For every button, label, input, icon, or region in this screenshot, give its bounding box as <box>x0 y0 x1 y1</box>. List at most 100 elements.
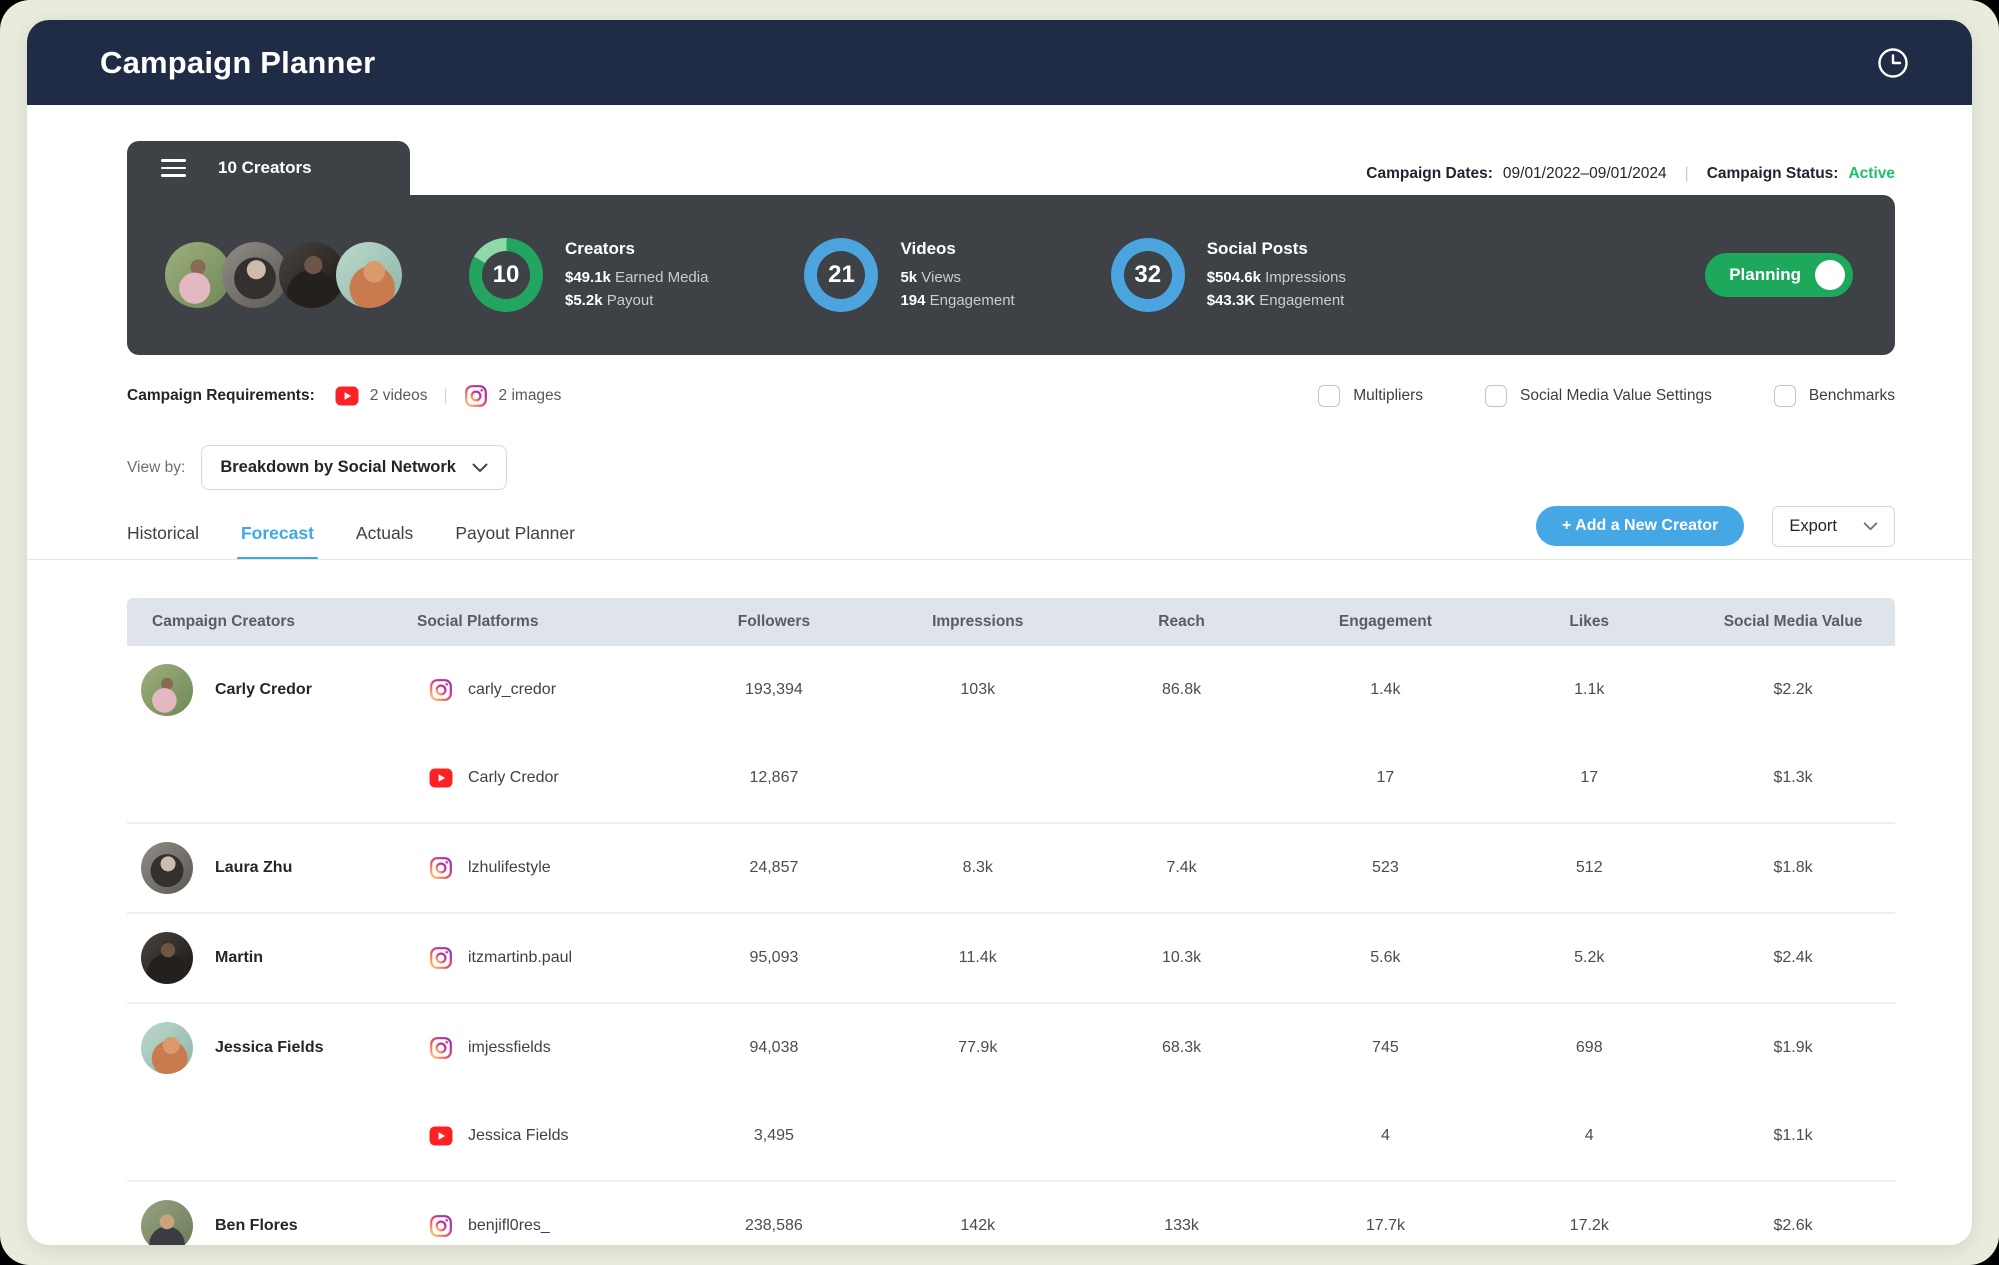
creators-table: Campaign Creators Social Platforms Followe… <box>127 598 1895 1245</box>
checkbox-multipliers[interactable]: Multipliers <box>1318 385 1423 407</box>
tab-payout-planner[interactable]: Payout Planner <box>455 523 575 560</box>
youtube-icon <box>429 1124 453 1148</box>
metric-smv: $2.6k <box>1773 1217 1813 1234</box>
stat-line-1: $49.1k Earned Media <box>565 268 709 286</box>
column-header-likes: Likes <box>1569 613 1610 630</box>
metric-engagement: 1.4k <box>1370 681 1401 698</box>
metric-reach <box>1080 734 1284 822</box>
avatar-jessica <box>336 242 402 308</box>
campaign-status-label: Campaign Status: <box>1706 165 1839 182</box>
requirements-row: Campaign Requirements: 2 videos | 2 image… <box>127 381 1895 411</box>
toggle-knob[interactable] <box>1815 260 1845 290</box>
platform-youtube[interactable]: Carly Credor <box>417 734 672 822</box>
add-new-creator-button[interactable]: + Add a New Creator <box>1535 506 1745 546</box>
metric-smv: $1.9k <box>1773 1039 1813 1056</box>
requirements-label: Campaign Requirements: <box>127 387 315 404</box>
view-by-select[interactable]: Breakdown by Social Network <box>201 445 507 490</box>
requirements-items: 2 videos | 2 images <box>335 384 561 408</box>
platform-youtube[interactable]: Jessica Fields <box>417 1092 672 1180</box>
creator-cell: Jessica Fields <box>127 1004 417 1092</box>
creator-row-martin[interactable]: Martin itzmartinb.paul 95,093 11.4k 10.3k 5.… <box>127 912 1895 1002</box>
campaign-meta: Campaign Dates: 09/01/2022–09/01/2024 | … <box>1366 165 1895 195</box>
platform-handle: carly_credor <box>468 681 557 698</box>
creator-cell: Laura Zhu <box>127 824 417 912</box>
campaign-summary-panel: 10 Creators $49.1k Earned Media $5.2k Pa… <box>127 195 1895 355</box>
menu-icon[interactable] <box>161 159 186 177</box>
checkbox-social-media-value-settings[interactable]: Social Media Value Settings <box>1484 385 1712 407</box>
table-header-row: Campaign Creators Social Platforms Followe… <box>127 598 1895 646</box>
column-header-impressions: Impressions <box>932 613 1024 630</box>
creator-row-carly-credor[interactable]: Carly Credor carly_credor 193,394 103k 86.8… <box>127 646 1895 822</box>
view-by-selected-value: Breakdown by Social Network <box>220 458 456 476</box>
creator-name: Ben Flores <box>215 1217 298 1234</box>
creator-cell: Martin <box>127 914 417 1002</box>
avatar-martin <box>141 932 193 984</box>
metric-followers: 94,038 <box>749 1039 799 1056</box>
clock-icon[interactable] <box>1876 46 1910 80</box>
creator-row-laura-zhu[interactable]: Laura Zhu lzhulifestyle 24,857 8.3k 7.4k 523… <box>127 822 1895 912</box>
metric-engagement: 523 <box>1372 859 1399 876</box>
export-button[interactable]: Export <box>1772 505 1895 547</box>
metric-reach: 133k <box>1164 1217 1199 1234</box>
platform-handle: imjessfields <box>468 1039 551 1056</box>
requirement-2-images: 2 images <box>464 384 561 408</box>
page-title: Campaign Planner <box>100 44 376 80</box>
table-actions: + Add a New Creator Export <box>1535 505 1895 557</box>
metric-impressions: 8.3k <box>962 859 993 876</box>
metric-likes: 698 <box>1575 1039 1603 1056</box>
metric-engagement: 745 <box>1372 1039 1399 1056</box>
metric-smv: $1.1k <box>1773 1127 1813 1144</box>
app-header: Campaign Planner <box>27 20 1972 105</box>
platform-instagram[interactable]: lzhulifestyle <box>417 824 672 912</box>
creator-name: Laura Zhu <box>215 859 293 876</box>
checkbox-box[interactable] <box>1773 385 1796 407</box>
requirement-text: 2 videos <box>369 387 428 404</box>
instagram-icon <box>429 856 453 880</box>
creator-row-ben-flores[interactable]: Ben Flores benjifl0res_ 238,586 142k 133k 17… <box>127 1180 1895 1245</box>
metric-followers: 12,867 <box>749 769 799 786</box>
platform-instagram[interactable]: itzmartinb.paul <box>417 914 672 1002</box>
campaign-status-value: Active <box>1848 165 1895 182</box>
column-header-engagement: Engagement <box>1338 613 1432 630</box>
metric-reach: 86.8k <box>1162 681 1202 698</box>
screen: Campaign Planner 10 Creators Campaign Da… <box>0 0 1999 1265</box>
stat-title: Videos <box>900 238 956 258</box>
planning-toggle[interactable]: Planning <box>1705 253 1853 297</box>
metric-reach <box>1080 1092 1284 1180</box>
platform-instagram[interactable]: benjifl0res_ <box>417 1182 672 1245</box>
creators-tab[interactable]: 10 Creators <box>127 141 410 195</box>
metric-impressions <box>876 734 1080 822</box>
metric-reach: 68.3k <box>1162 1039 1202 1056</box>
metric-likes: 512 <box>1575 859 1603 876</box>
checkbox-box[interactable] <box>1318 385 1341 407</box>
metric-engagement: 5.6k <box>1370 949 1401 966</box>
tab-forecast[interactable]: Forecast <box>236 523 318 560</box>
settings-checkboxes: Multipliers Social Media Value Settings … <box>1318 385 1895 407</box>
main-content: 10 Creators Campaign Dates: 09/01/2022–0… <box>27 141 1972 1245</box>
stat-count: 10 <box>492 261 520 288</box>
metric-impressions: 142k <box>960 1217 996 1234</box>
checkbox-benchmarks[interactable]: Benchmarks <box>1773 385 1895 407</box>
campaign-requirements: Campaign Requirements: 2 videos | 2 image… <box>127 384 561 408</box>
metric-engagement: 17.7k <box>1365 1217 1405 1234</box>
chevron-down-icon <box>472 463 488 473</box>
campaign-dates-value: 09/01/2022–09/01/2024 <box>1502 165 1667 182</box>
column-header-followers: Followers <box>737 613 811 630</box>
platform-instagram[interactable]: imjessfields <box>417 1004 672 1092</box>
metric-impressions: 77.9k <box>958 1039 998 1056</box>
youtube-icon <box>335 384 359 408</box>
campaign-header-row: 10 Creators Campaign Dates: 09/01/2022–0… <box>127 141 1895 195</box>
instagram-icon <box>429 946 453 970</box>
platform-instagram[interactable]: carly_credor <box>417 646 672 734</box>
creator-row-jessica-fields[interactable]: Jessica Fields imjessfields 94,038 77.9k 68… <box>127 1002 1895 1180</box>
metric-smv: $1.3k <box>1773 769 1813 786</box>
column-header-campaign-creators: Campaign Creators <box>152 613 295 630</box>
tab-historical[interactable]: Historical <box>127 523 199 560</box>
metric-impressions <box>876 1092 1080 1180</box>
summary-stat: 21 Videos 5k Views 194 Engagement <box>804 238 1015 312</box>
metric-likes: 4 <box>1584 1127 1594 1144</box>
metric-followers: 3,495 <box>753 1127 794 1144</box>
checkbox-box[interactable] <box>1484 385 1507 407</box>
tab-actuals[interactable]: Actuals <box>356 523 413 560</box>
chevron-down-icon <box>1863 521 1878 531</box>
